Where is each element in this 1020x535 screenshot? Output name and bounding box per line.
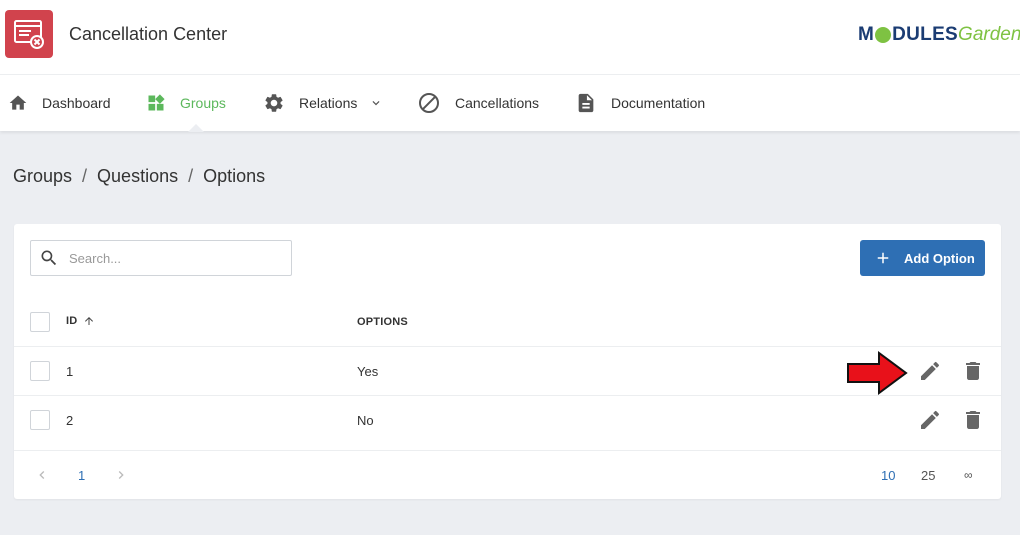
nav-item-label: Documentation (611, 95, 706, 111)
nav-item-label: Cancellations (455, 95, 540, 111)
cancellation-window-icon (5, 10, 53, 58)
nav-item-documentation[interactable]: Documentation (575, 75, 705, 131)
document-icon (578, 93, 594, 113)
sort-ascending-icon (85, 317, 94, 325)
trash-icon[interactable] (961, 359, 985, 383)
nav-item-label: Dashboard (42, 95, 111, 111)
select-all-checkbox[interactable] (30, 312, 50, 332)
page-number[interactable]: 1 (78, 468, 85, 483)
row-id: 2 (66, 413, 74, 428)
nav-item-groups[interactable]: Groups (146, 75, 226, 131)
logo-text-m: M (858, 24, 875, 45)
logo-text-dules: DULES (892, 24, 959, 45)
breadcrumb: Groups / Questions / Options (13, 166, 265, 187)
search-icon (41, 250, 57, 266)
top-bar: Cancellation Center M DULES Garden (0, 0, 1020, 75)
chevron-down-icon (372, 101, 380, 106)
page-size-25[interactable]: 25 (921, 468, 935, 483)
row-checkbox[interactable] (30, 361, 50, 381)
nav-item-dashboard[interactable]: Dashboard (8, 75, 111, 131)
row-option: Yes (357, 364, 379, 379)
next-page-icon[interactable] (113, 467, 129, 483)
main-nav: Dashboard Groups Relations Cancellations… (0, 75, 1020, 132)
add-option-button[interactable]: Add Option (860, 240, 985, 276)
breadcrumb-item-questions[interactable]: Questions (97, 166, 178, 187)
column-header-options[interactable]: OPTIONS (357, 316, 408, 328)
nav-item-relations[interactable]: Relations (263, 75, 383, 131)
breadcrumb-item-groups[interactable]: Groups (13, 166, 72, 187)
annotation-arrow-icon (847, 351, 908, 395)
breadcrumb-separator: / (188, 166, 194, 186)
edit-icon[interactable] (918, 408, 942, 432)
row-option: No (357, 413, 374, 428)
modulesgarden-logo[interactable]: M DULES Garden (858, 22, 1020, 48)
block-icon (419, 93, 439, 113)
search-input[interactable] (69, 241, 284, 275)
trash-icon[interactable] (961, 408, 985, 432)
prev-page-icon[interactable] (34, 467, 50, 483)
page-size-all[interactable]: ∞ (964, 468, 973, 482)
row-divider (14, 395, 1001, 396)
row-divider (14, 450, 1001, 451)
row-id: 1 (66, 364, 74, 379)
widgets-icon (148, 94, 165, 111)
logo-text-garden: Garden (958, 24, 1020, 45)
row-checkbox[interactable] (30, 410, 50, 430)
nav-item-label: Groups (180, 95, 226, 111)
breadcrumb-item-options: Options (203, 166, 266, 186)
app-title: Cancellation Center (69, 24, 228, 44)
search-box[interactable] (30, 240, 292, 276)
gear-icon (265, 94, 283, 112)
breadcrumb-separator: / (82, 166, 88, 186)
options-table-card: Add Option ID OPTIONS 1 Yes 2 No 1 10 25… (14, 224, 1001, 499)
page-size-10[interactable]: 10 (881, 468, 895, 483)
globe-icon (875, 27, 892, 43)
row-divider (14, 346, 1001, 347)
nav-item-label: Relations (299, 95, 358, 111)
plus-icon (877, 252, 889, 264)
column-header-id[interactable]: ID (66, 315, 95, 327)
add-option-label: Add Option (904, 250, 975, 266)
home-icon (9, 95, 27, 110)
column-header-label: ID (66, 315, 78, 327)
edit-icon[interactable] (918, 359, 942, 383)
active-tab-indicator (188, 124, 204, 132)
nav-item-cancellations[interactable]: Cancellations (417, 75, 539, 131)
